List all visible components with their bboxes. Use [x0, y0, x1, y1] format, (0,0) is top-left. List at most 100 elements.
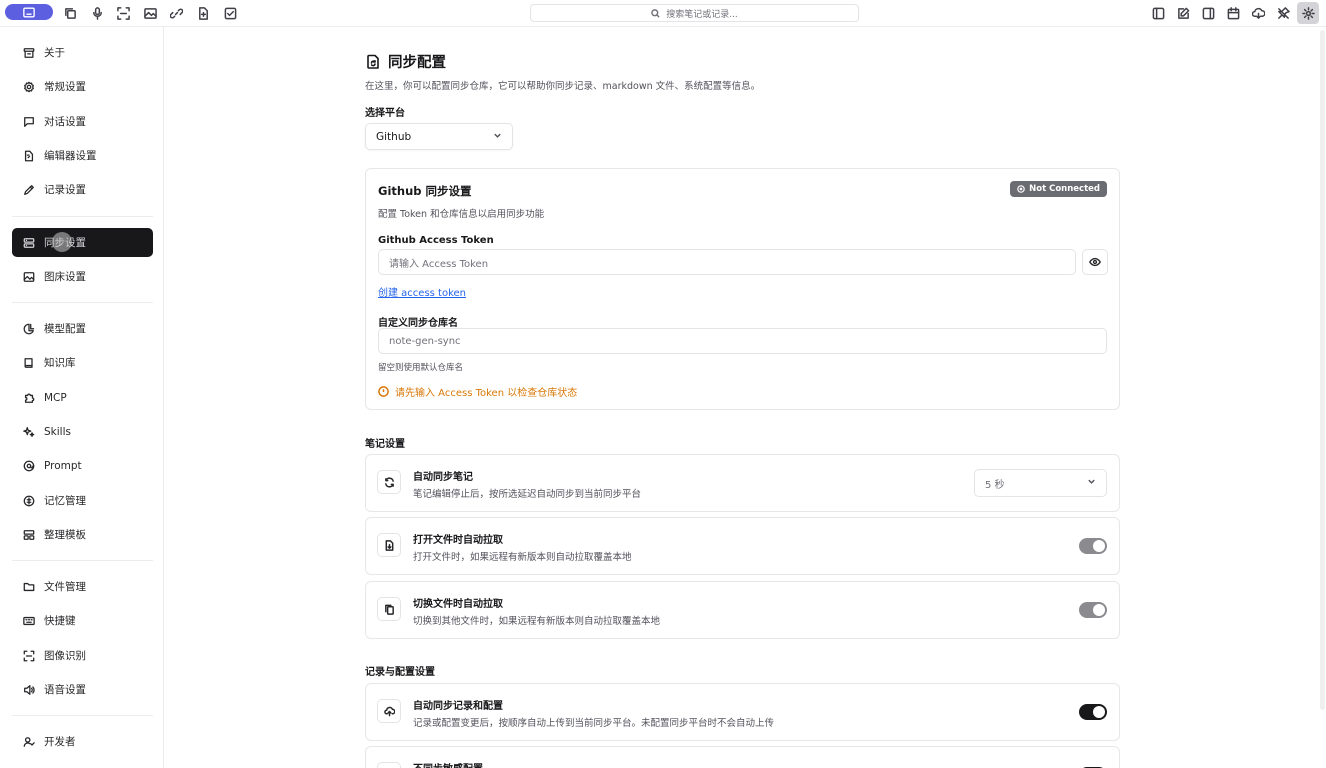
- pull-on-open-row: 打开文件时自动拉取 打开文件时，如果远程有新版本则自动拉取覆盖本地: [365, 517, 1120, 575]
- template-icon: [23, 529, 35, 540]
- file-plus-icon[interactable]: [195, 5, 212, 22]
- sidebar-item-label: 记忆管理: [44, 495, 86, 507]
- platform-select[interactable]: Github: [365, 123, 513, 150]
- sidebar-item-sync[interactable]: 同步设置: [12, 228, 153, 257]
- row-title: 打开文件时自动拉取: [413, 535, 503, 546]
- image-icon[interactable]: [142, 5, 159, 22]
- sidebar-item-label: 对话设置: [44, 116, 86, 128]
- status-badge-text: Not Connected: [1029, 184, 1100, 194]
- sidebar-item-shortcuts[interactable]: 快捷键: [12, 606, 153, 635]
- create-token-link[interactable]: 创建 access token: [378, 284, 466, 299]
- token-input-placeholder: 请输入 Access Token: [389, 258, 489, 270]
- sidebar-item-label: 知识库: [44, 357, 76, 369]
- row-title: 不同步敏感配置: [413, 760, 483, 768]
- cloud-sync-icon[interactable]: [1250, 5, 1267, 22]
- sidebar-item-knowledge[interactable]: 知识库: [12, 348, 153, 377]
- top-toolbar: 搜索笔记或记录...: [0, 0, 1326, 27]
- cloud-upload-icon: [377, 699, 401, 723]
- sidebar-left-icon[interactable]: [1150, 5, 1167, 22]
- sidebar-item-about[interactable]: 关于: [12, 38, 153, 67]
- sync-delay-select[interactable]: 5 秒: [974, 469, 1107, 497]
- copy-icon[interactable]: [62, 5, 79, 22]
- sidebar-right-icon[interactable]: [1200, 5, 1217, 22]
- record-button[interactable]: [5, 4, 53, 20]
- warning-text: 请先输入 Access Token 以检查仓库状态: [395, 388, 578, 399]
- sidebar-item-general[interactable]: 常规设置: [12, 72, 153, 101]
- mic-icon[interactable]: [89, 5, 106, 22]
- eye-icon: [1089, 257, 1101, 267]
- row-description: 切换到其他文件时，如果远程有新版本则自动拉取覆盖本地: [413, 616, 661, 627]
- developer-icon: [23, 736, 35, 747]
- chat-icon: [24, 116, 34, 127]
- sidebar-item-label: 模型配置: [44, 323, 86, 335]
- editor-icon: [24, 150, 34, 161]
- search-input[interactable]: 搜索笔记或记录...: [530, 4, 859, 22]
- row-description: 记录或配置变更后，按顺序自动上传到当前同步平台。未配置同步平台时不会自动上传: [413, 718, 775, 729]
- settings-icon[interactable]: [1297, 2, 1319, 24]
- settings-sidebar: 关于 常规设置 对话设置 编辑器设置 记录设置 同步设置 图床设置 模型配置 知…: [0, 27, 164, 768]
- row-description: 笔记编辑停止后，按所选延迟自动同步到当前同步平台: [413, 489, 642, 500]
- checkbox-icon[interactable]: [222, 5, 239, 22]
- page-title-text: 同步配置: [388, 55, 446, 71]
- skip-sensitive-row: 不同步敏感配置: [365, 746, 1120, 768]
- sidebar-item-memory[interactable]: 记忆管理: [12, 486, 153, 515]
- sidebar-item-label: 常规设置: [44, 81, 86, 93]
- calendar-icon[interactable]: [1225, 5, 1242, 22]
- edit-icon[interactable]: [1175, 5, 1192, 22]
- sidebar-item-editor[interactable]: 编辑器设置: [12, 141, 153, 170]
- repo-input-placeholder: note-gen-sync: [389, 335, 461, 347]
- sidebar-item-label: 快捷键: [44, 615, 76, 627]
- sidebar-item-model[interactable]: 模型配置: [12, 314, 153, 343]
- row-title: 自动同步记录和配置: [413, 701, 503, 712]
- speaker-icon: [24, 684, 35, 695]
- prompt-icon: [23, 460, 35, 471]
- image-icon: [23, 271, 35, 282]
- sidebar-item-chat[interactable]: 对话设置: [12, 107, 153, 136]
- repo-input[interactable]: note-gen-sync: [378, 328, 1107, 354]
- auto-sync-records-toggle[interactable]: [1079, 704, 1107, 720]
- memory-icon: [23, 495, 35, 506]
- page-description: 在这里，你可以配置同步仓库，它可以帮助你同步记录、markdown 文件、系统配…: [365, 81, 761, 92]
- sidebar-item-skills[interactable]: Skills: [12, 417, 153, 446]
- token-input[interactable]: 请输入 Access Token: [378, 249, 1076, 275]
- scrollbar[interactable]: [1320, 30, 1325, 710]
- sidebar-item-label: 开发者: [44, 736, 76, 748]
- pen-icon: [24, 184, 34, 195]
- notes-section-title: 笔记设置: [365, 439, 405, 450]
- sidebar-item-developer[interactable]: 开发者: [12, 727, 153, 756]
- sidebar-item-prompt[interactable]: Prompt: [12, 451, 153, 480]
- records-section-title: 记录与配置设置: [365, 667, 435, 678]
- sidebar-item-label: 整理模板: [44, 529, 86, 541]
- pull-on-switch-row: 切换文件时自动拉取 切换到其他文件时，如果远程有新版本则自动拉取覆盖本地: [365, 581, 1120, 639]
- alert-circle-icon: [378, 386, 389, 397]
- pull-on-open-toggle[interactable]: [1079, 538, 1107, 554]
- repo-hint: 留空则使用默认仓库名: [378, 363, 464, 373]
- sidebar-item-template[interactable]: 整理模板: [12, 520, 153, 549]
- puzzle-icon: [24, 393, 35, 403]
- repo-label: 自定义同步仓库名: [378, 318, 458, 329]
- keyboard-icon: [23, 7, 35, 17]
- toggle-visibility-button[interactable]: [1082, 249, 1108, 275]
- pin-off-icon[interactable]: [1275, 5, 1292, 22]
- status-badge: Not Connected: [1010, 181, 1107, 197]
- sidebar-item-record[interactable]: 记录设置: [12, 175, 153, 204]
- file-sync-icon: [367, 54, 379, 69]
- model-icon: [23, 323, 35, 334]
- cursor-indicator: [52, 232, 72, 252]
- shield-icon: [377, 762, 401, 768]
- sidebar-item-files[interactable]: 文件管理: [12, 572, 153, 601]
- pull-on-switch-toggle[interactable]: [1079, 602, 1107, 618]
- sidebar-item-mcp[interactable]: MCP: [12, 383, 153, 412]
- scan-icon[interactable]: [115, 5, 132, 22]
- row-title: 自动同步笔记: [413, 472, 473, 483]
- sidebar-item-label: 图像识别: [44, 650, 86, 662]
- sidebar-item-ocr[interactable]: 图像识别: [12, 641, 153, 670]
- sidebar-item-voice[interactable]: 语音设置: [12, 675, 153, 704]
- sync-icon: [23, 237, 35, 248]
- card-title: Github 同步设置: [378, 184, 472, 198]
- sparkles-icon: [23, 426, 35, 437]
- sidebar-item-image-host[interactable]: 图床设置: [12, 262, 153, 291]
- keyboard-icon: [23, 616, 35, 625]
- link-icon[interactable]: [168, 5, 185, 22]
- sync-delay-value: 5 秒: [985, 479, 1005, 491]
